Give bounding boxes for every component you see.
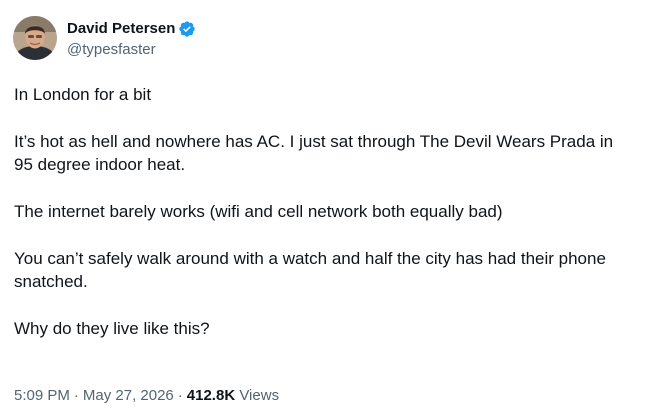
author-handle[interactable]: @typesfaster <box>67 41 196 58</box>
author-names: David Petersen @typesfaster <box>67 19 196 58</box>
views-label: Views <box>239 387 280 404</box>
tweet-time-link[interactable]: 5:09 PM · May 27, 2026 <box>14 387 174 404</box>
tweet-date: May 27, 2026 <box>82 387 174 404</box>
tweet-paragraph: Why do they live like this? <box>14 319 210 338</box>
tweet-text: In London for a bit It’s hot as hell and… <box>14 83 636 340</box>
tweet-header: David Petersen @typesfaster <box>13 16 196 60</box>
views-count: 412.8K <box>186 387 236 404</box>
tweet-meta: 5:09 PM · May 27, 2026 · 412.8K Views <box>14 386 279 406</box>
tweet-paragraph: You can’t safely walk around with a watc… <box>14 249 606 291</box>
name-row: David Petersen <box>67 19 196 39</box>
meta-separator: · <box>73 387 79 404</box>
avatar-photo <box>13 16 57 60</box>
author-display-name[interactable]: David Petersen <box>67 20 175 37</box>
tweet-paragraph: In London for a bit <box>14 85 152 104</box>
tweet-paragraph: The internet barely works (wifi and cell… <box>14 202 503 221</box>
avatar[interactable] <box>13 16 57 60</box>
meta-separator: · <box>177 387 183 404</box>
tweet: David Petersen @typesfaster In London fo… <box>0 0 650 409</box>
tweet-paragraph: It’s hot as hell and nowhere has AC. I j… <box>14 132 614 174</box>
verified-badge-icon[interactable] <box>178 20 196 38</box>
tweet-time: 5:09 PM <box>14 387 70 404</box>
